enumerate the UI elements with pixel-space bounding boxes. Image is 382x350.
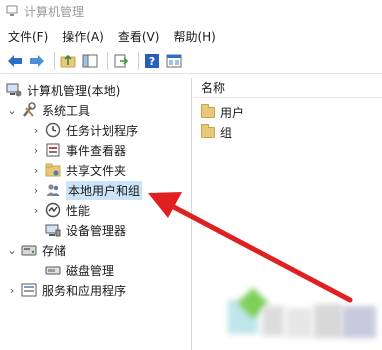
computer-management-icon: [6, 82, 22, 98]
column-header-name[interactable]: 名称: [193, 78, 382, 98]
clock-icon: [45, 122, 61, 138]
forward-arrow-icon[interactable]: [28, 52, 46, 70]
tree-item-device-manager[interactable]: 设备管理器: [45, 220, 126, 240]
disk-icon: [45, 262, 61, 278]
back-arrow-icon[interactable]: [6, 52, 24, 70]
services-icon: [21, 282, 37, 298]
up-folder-icon[interactable]: [59, 52, 77, 70]
title-bar: 计算机管理: [0, 0, 382, 22]
tree-item-shared-folders[interactable]: › 共享文件夹: [30, 160, 126, 180]
menu-view[interactable]: 查看(V): [110, 28, 166, 45]
folder-icon: [201, 123, 215, 138]
computer-management-app-icon: [6, 5, 18, 17]
tree-item-performance[interactable]: › 性能: [30, 200, 90, 220]
event-viewer-icon: [45, 142, 61, 158]
list-item-label: 用户: [220, 105, 245, 120]
tree-label: 性能: [66, 203, 91, 218]
tree-label: 存储: [42, 243, 67, 258]
help-icon[interactable]: ?: [143, 52, 161, 70]
chevron-right-icon[interactable]: ›: [30, 164, 42, 177]
toolbar-separator: [138, 51, 139, 70]
tree-label: 计算机管理(本地): [27, 83, 121, 98]
chevron-right-icon[interactable]: ›: [30, 184, 42, 197]
menu-action[interactable]: 操作(A): [54, 28, 110, 45]
storage-icon: [21, 242, 37, 258]
toolbar: ?: [0, 48, 382, 74]
chevron-right-icon[interactable]: ›: [30, 144, 42, 157]
list-item-users[interactable]: 用户: [201, 102, 244, 122]
chevron-right-icon[interactable]: ›: [30, 124, 42, 137]
tree-label: 磁盘管理: [66, 263, 115, 278]
tree-item-storage[interactable]: ⌄ 存储: [6, 240, 66, 260]
watermark: [228, 286, 378, 348]
show-hide-tree-icon[interactable]: [81, 52, 99, 70]
shared-folder-icon: [45, 162, 61, 178]
window-title: 计算机管理: [24, 4, 85, 19]
chevron-down-icon[interactable]: ⌄: [6, 244, 18, 257]
tools-icon: [21, 102, 37, 118]
export-list-icon[interactable]: [112, 52, 130, 70]
tree-item-root[interactable]: 计算机管理(本地): [6, 80, 120, 100]
tree-label: 系统工具: [42, 103, 91, 118]
users-icon: [45, 182, 61, 198]
tree-label: 任务计划程序: [66, 123, 139, 138]
tree-label: 设备管理器: [66, 223, 127, 238]
list-item-groups[interactable]: 组: [201, 122, 232, 142]
navigation-tree: 计算机管理(本地) ⌄ 系统工具 › 任务计划程序 › 事件查看器 › 共享文件…: [0, 78, 192, 350]
chevron-right-icon[interactable]: ›: [6, 284, 18, 297]
tree-item-services-applications[interactable]: › 服务和应用程序: [6, 280, 126, 300]
toolbar-separator: [54, 51, 55, 70]
chevron-down-icon[interactable]: ⌄: [6, 104, 18, 117]
toolbar-separator: [107, 51, 108, 70]
tree-label: 事件查看器: [66, 143, 127, 158]
menu-help[interactable]: 帮助(H): [165, 28, 221, 45]
tree-item-system-tools[interactable]: ⌄ 系统工具: [6, 100, 90, 120]
performance-icon: [45, 202, 61, 218]
computer-management-window: 计算机管理 文件(F) 操作(A) 查看(V) 帮助(H) ? 计算机管理(本地…: [0, 0, 382, 350]
tree-item-disk-management[interactable]: 磁盘管理: [45, 260, 114, 280]
chevron-right-icon[interactable]: ›: [30, 204, 42, 217]
column-header-label: 名称: [201, 81, 226, 95]
menu-file[interactable]: 文件(F): [0, 28, 54, 45]
tree-label: 本地用户和组: [66, 180, 143, 200]
svg-text:?: ?: [149, 55, 155, 68]
properties-icon[interactable]: [165, 52, 183, 70]
menu-bar: 文件(F) 操作(A) 查看(V) 帮助(H): [0, 26, 222, 46]
tree-item-event-viewer[interactable]: › 事件查看器: [30, 140, 126, 160]
tree-item-task-scheduler[interactable]: › 任务计划程序: [30, 120, 138, 140]
folder-icon: [201, 103, 215, 118]
tree-item-local-users-groups[interactable]: › 本地用户和组: [30, 180, 143, 200]
device-manager-icon: [45, 222, 61, 238]
list-item-label: 组: [220, 125, 233, 140]
tree-label: 共享文件夹: [66, 163, 127, 178]
tree-label: 服务和应用程序: [42, 283, 127, 298]
